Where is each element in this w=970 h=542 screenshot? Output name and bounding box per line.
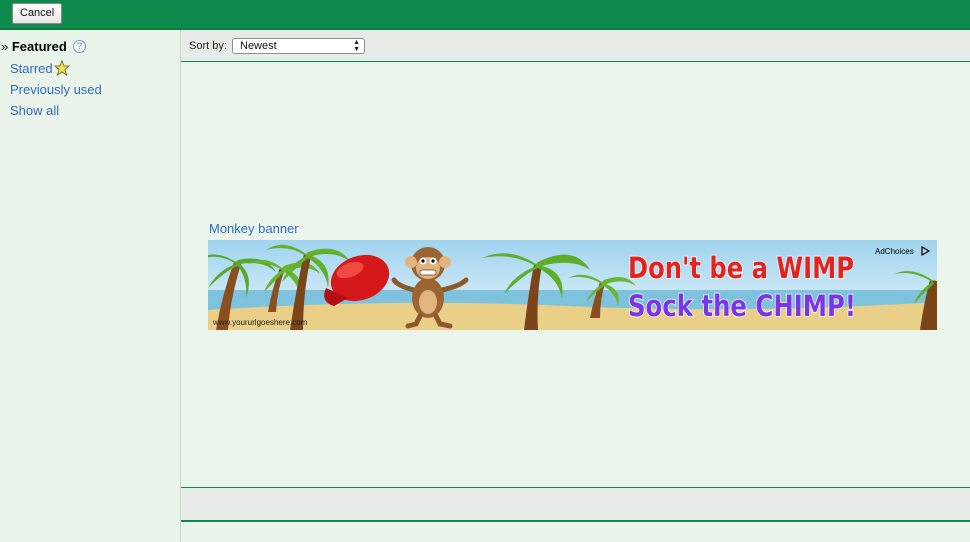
star-icon [54, 60, 70, 76]
sort-select[interactable]: Newest ▲ ▼ [232, 38, 365, 54]
banner-headline-line1: Don't be a WIMP [628, 251, 854, 285]
sidebar-item-featured[interactable]: » Featured [1, 39, 67, 54]
sidebar-item-previously-used[interactable]: Previously used [10, 82, 102, 97]
banner-url-text: www.yoururlgoeshere.com [212, 318, 308, 327]
banner-headline-line2: Sock the CHIMP! [628, 289, 856, 323]
adchoices-label: AdChoices [875, 247, 914, 256]
banner-image: Don't be a WIMP Sock the CHIMP! www.your… [208, 240, 937, 330]
sort-label: Sort by: [189, 40, 227, 52]
help-icon[interactable]: ? [73, 40, 86, 53]
sidebar: » Featured ? Starred Previously used Sho… [0, 30, 181, 542]
featured-label: Featured [11, 39, 67, 54]
banner-title-link[interactable]: Monkey banner [209, 221, 299, 236]
sidebar-item-starred[interactable]: Starred [10, 61, 53, 76]
select-arrows-icon: ▲ ▼ [353, 39, 360, 53]
top-toolbar: Cancel [0, 0, 970, 30]
bottom-bar [181, 487, 970, 522]
featured-arrow: » [1, 39, 9, 54]
cancel-button[interactable]: Cancel [12, 3, 63, 24]
sidebar-item-show-all[interactable]: Show all [10, 103, 59, 118]
sort-selected-value: Newest [240, 40, 277, 52]
sort-bar: Sort by: Newest ▲ ▼ [181, 30, 970, 62]
monkey-banner[interactable]: Don't be a WIMP Sock the CHIMP! www.your… [208, 240, 937, 330]
